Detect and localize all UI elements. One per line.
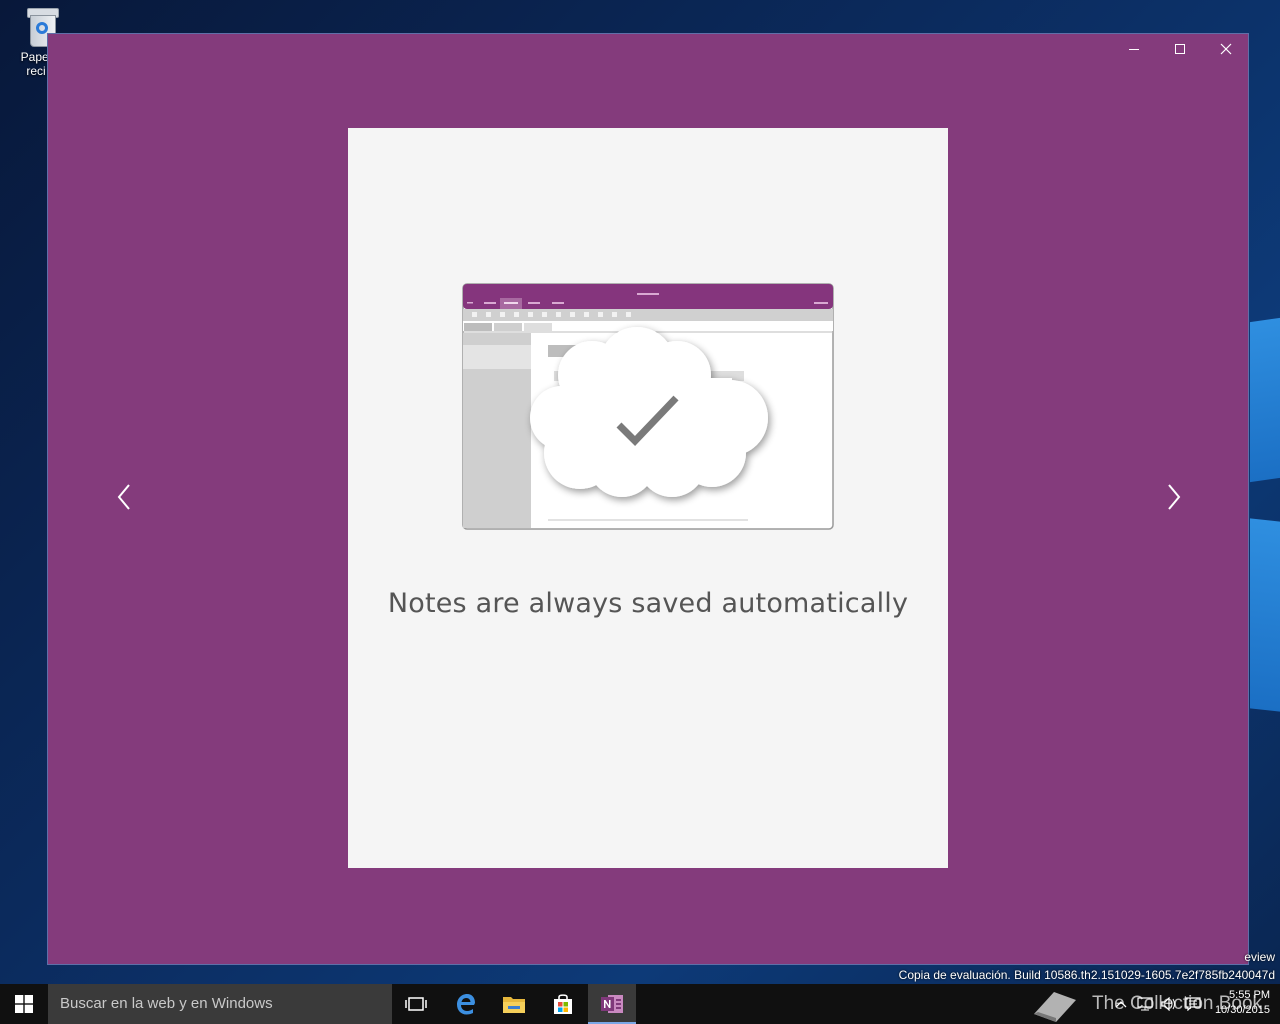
folder-icon xyxy=(503,997,525,1013)
taskbar: Buscar en la web y en Windows The Collec… xyxy=(0,984,1280,1024)
maximize-button[interactable] xyxy=(1157,34,1203,64)
chevron-right-icon xyxy=(1168,484,1181,510)
store-bag-icon xyxy=(554,994,572,1014)
search-box[interactable]: Buscar en la web y en Windows xyxy=(48,984,392,1024)
volume-button[interactable] xyxy=(1158,984,1180,1024)
action-center-button[interactable] xyxy=(1182,984,1204,1024)
chevron-up-icon xyxy=(1115,1001,1127,1008)
clock[interactable]: 5:55 PM 10/30/2015 xyxy=(1215,988,1270,1018)
book-icon xyxy=(1034,992,1076,1022)
task-view-icon xyxy=(405,997,427,1011)
start-button[interactable] xyxy=(0,984,48,1024)
windows-logo-icon xyxy=(15,995,33,1013)
network-button[interactable] xyxy=(1134,984,1156,1024)
chevron-left-icon xyxy=(117,484,130,510)
file-explorer-button[interactable] xyxy=(490,984,538,1024)
show-hidden-icons-button[interactable] xyxy=(1110,984,1132,1024)
store-button[interactable] xyxy=(539,984,587,1024)
edge-browser-icon xyxy=(457,994,475,1015)
network-icon xyxy=(1137,997,1153,1011)
desktop-light-beam xyxy=(1250,317,1280,483)
minimize-button[interactable] xyxy=(1111,34,1157,64)
edge-button[interactable] xyxy=(442,984,490,1024)
onenote-icon xyxy=(601,995,623,1013)
close-button[interactable] xyxy=(1203,34,1249,64)
notification-icon xyxy=(1185,997,1201,1011)
desktop-light-beam xyxy=(1250,518,1280,712)
maximize-icon xyxy=(1175,44,1185,54)
evaluation-watermark-line2: Copia de evaluación. Build 10586.th2.151… xyxy=(898,968,1275,982)
minimize-icon xyxy=(1129,49,1139,50)
auto-save-illustration xyxy=(462,283,834,530)
slide-caption: Notes are always saved automatically xyxy=(387,588,909,619)
previous-slide-button[interactable] xyxy=(109,482,139,512)
evaluation-watermark-line1: eview xyxy=(1244,950,1275,964)
speaker-icon xyxy=(1161,997,1175,1011)
clock-time: 5:55 PM xyxy=(1229,989,1270,1001)
next-slide-button[interactable] xyxy=(1159,482,1189,512)
intro-slide-card: Notes are always saved automatically xyxy=(348,128,948,868)
close-icon xyxy=(1220,43,1232,55)
onenote-taskbar-button[interactable] xyxy=(588,984,636,1024)
clock-date: 10/30/2015 xyxy=(1214,1004,1270,1016)
onenote-window: Notes are always saved automatically xyxy=(47,33,1249,965)
task-view-button[interactable] xyxy=(392,984,440,1024)
